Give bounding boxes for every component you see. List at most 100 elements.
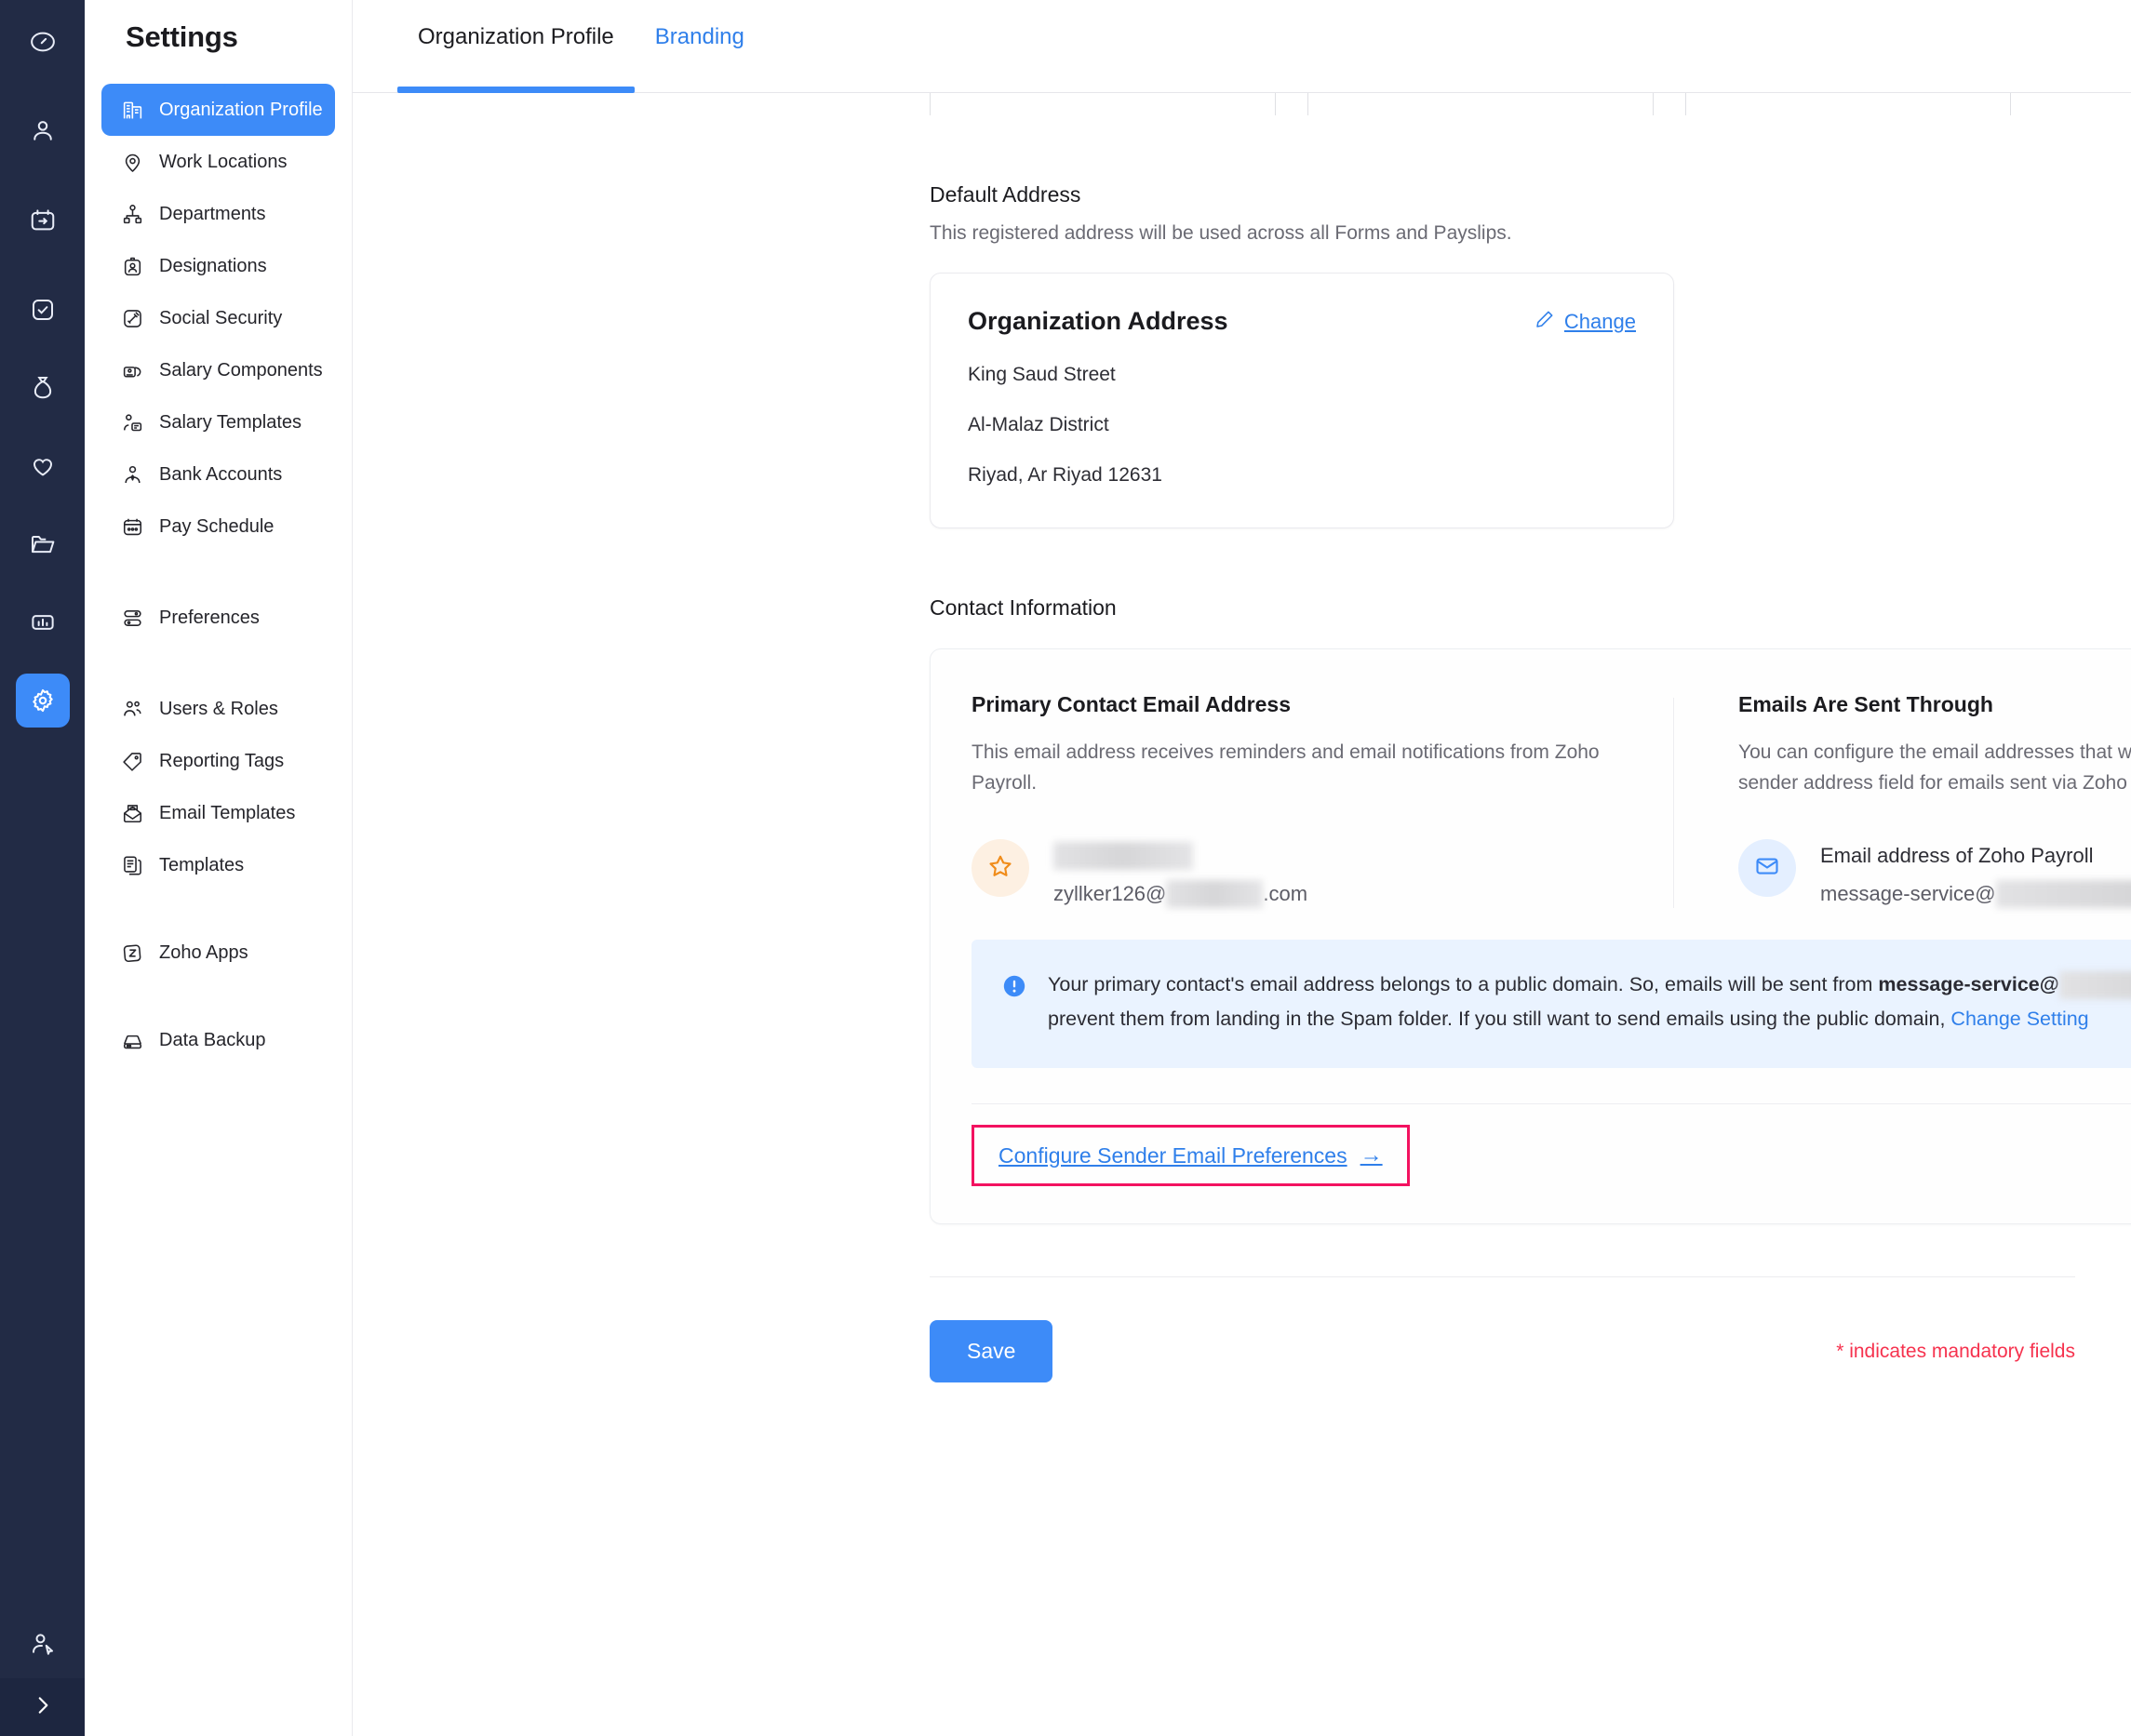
sidebar-item-label: Work Locations — [159, 151, 288, 172]
notice-part-1: Your primary contact's email address bel… — [1048, 973, 1879, 996]
change-address-link[interactable]: Change — [1535, 309, 1636, 335]
gavel-icon — [120, 306, 144, 330]
documents-icon — [120, 853, 144, 877]
change-setting-link[interactable]: Change Setting — [1950, 1008, 2088, 1030]
sender-email-value: message-service@ — [1820, 880, 2131, 909]
sidebar-item-departments[interactable]: Departments — [101, 188, 335, 240]
sender-email-title: Emails Are Sent Through — [1738, 692, 1993, 716]
sender-email-row: Email address of Zoho Payroll message-se… — [1738, 839, 2131, 909]
column-divider — [1673, 698, 1674, 909]
sidebar-item-label: Salary Components — [159, 359, 323, 381]
public-domain-notice: Your primary contact's email address bel… — [972, 940, 2131, 1069]
sidebar-item-reporting-tags[interactable]: Reporting Tags — [101, 735, 335, 787]
rail-item-leave[interactable] — [16, 194, 70, 247]
sender-email-avatar — [1738, 839, 1796, 898]
person-card-icon — [120, 410, 144, 434]
primary-contact-name-redacted — [1053, 841, 1307, 871]
sidebar-divider-4 — [85, 979, 352, 1014]
sidebar-item-templates[interactable]: Templates — [101, 839, 335, 891]
primary-contact-column: Primary Contact Email Address This email… — [972, 692, 1673, 909]
sender-email-text: Email address of Zoho Payroll message-se… — [1820, 839, 2131, 909]
primary-contact-email-row: zyllker126@ .com — [972, 839, 1617, 909]
sidebar-item-label: Templates — [159, 854, 245, 875]
rail-item-reports[interactable] — [16, 595, 70, 649]
hard-drive-icon — [120, 1028, 144, 1052]
rail-item-benefits[interactable] — [16, 439, 70, 493]
star-icon — [986, 852, 1014, 885]
rail-item-payroll[interactable] — [16, 361, 70, 415]
primary-contact-avatar — [972, 839, 1029, 898]
sidebar-item-preferences[interactable]: Preferences — [101, 592, 335, 644]
rail-item-approvals[interactable] — [16, 283, 70, 337]
settings-sidebar: Settings Organization Profile Work Locat… — [85, 0, 353, 1736]
default-address-heading: Default Address — [930, 182, 1081, 207]
gear-icon — [29, 687, 57, 714]
org-chart-icon — [120, 202, 144, 226]
app-root: Settings Organization Profile Work Locat… — [0, 0, 2131, 1736]
primary-contact-email: zyllker126@ .com — [1053, 880, 1308, 909]
sidebar-item-label: Users & Roles — [159, 698, 278, 719]
page-title: Settings — [126, 20, 238, 53]
folder-icon — [29, 530, 57, 558]
sidebar-item-data-backup[interactable]: Data Backup — [101, 1014, 335, 1066]
footer-bar: Save * indicates mandatory fields — [353, 1277, 2131, 1383]
sidebar-item-email-templates[interactable]: Email Templates — [101, 787, 335, 839]
sidebar-item-organization-profile[interactable]: Organization Profile — [101, 84, 335, 136]
rail-item-account[interactable] — [16, 1617, 70, 1671]
sidebar-item-label: Preferences — [159, 607, 260, 628]
sidebar-item-label: Email Templates — [159, 802, 296, 823]
user-icon — [29, 117, 57, 145]
sidebar-item-label: Reporting Tags — [159, 750, 285, 771]
sidebar-item-label: Designations — [159, 255, 267, 276]
sliders-icon — [120, 606, 144, 630]
heart-icon — [29, 452, 57, 480]
sidebar-item-social-security[interactable]: Social Security — [101, 292, 335, 344]
save-button[interactable]: Save — [930, 1320, 1053, 1383]
speedometer-icon — [29, 28, 57, 56]
sidebar-item-salary-templates[interactable]: Salary Templates — [101, 396, 335, 448]
sidebar-item-label: Pay Schedule — [159, 515, 275, 537]
info-icon — [1001, 968, 1027, 1036]
public-domain-notice-text: Your primary contact's email address bel… — [1048, 968, 2131, 1036]
person-tie-icon — [120, 462, 144, 487]
configure-sender-email-preferences-link[interactable]: Configure Sender Email Preferences → — [972, 1125, 1410, 1187]
contact-information-heading: Contact Information — [930, 595, 1117, 620]
redaction-block — [1995, 880, 2131, 909]
sidebar-divider-1 — [85, 553, 352, 592]
primary-contact-email-text: zyllker126@ .com — [1053, 839, 1308, 909]
map-pin-icon — [120, 150, 144, 174]
open-envelope-icon — [120, 801, 144, 825]
sidebar-item-work-locations[interactable]: Work Locations — [101, 136, 335, 188]
sidebar-item-salary-components[interactable]: Salary Components — [101, 344, 335, 396]
expand-sidebar-button[interactable] — [0, 1678, 85, 1736]
change-address-label: Change — [1563, 309, 1636, 333]
pencil-icon — [1535, 309, 1555, 335]
tag-icon — [120, 749, 144, 773]
organization-address-header: Organization Address Change — [968, 307, 1636, 336]
notice-bold-email: message-service@ — [1878, 973, 2059, 996]
contact-columns: Primary Contact Email Address This email… — [931, 649, 2131, 909]
chevron-right-icon — [31, 1693, 55, 1722]
email-prefix: zyllker126@ — [1053, 882, 1167, 906]
envelope-icon — [1753, 852, 1781, 885]
sidebar-item-bank-accounts[interactable]: Bank Accounts — [101, 448, 335, 501]
rail-item-employees[interactable] — [16, 104, 70, 158]
sidebar-item-users-roles[interactable]: Users & Roles — [101, 683, 335, 735]
email-suffix: .com — [1263, 882, 1308, 906]
tab-organization-profile[interactable]: Organization Profile — [397, 0, 635, 93]
main-content: Organization Profile Branding Default Ad… — [353, 0, 2131, 1736]
default-address-section: Default Address This registered address … — [353, 182, 2131, 528]
sidebar-item-zoho-apps[interactable]: Zoho Apps — [101, 927, 335, 979]
calendar-dots-icon — [120, 514, 144, 539]
rail-item-documents[interactable] — [16, 517, 70, 571]
sidebar-divider-3 — [85, 891, 352, 927]
tab-branding[interactable]: Branding — [635, 0, 765, 93]
sidebar-item-pay-schedule[interactable]: Pay Schedule — [101, 501, 335, 553]
bar-chart-icon — [29, 608, 57, 636]
sidebar-item-designations[interactable]: Designations — [101, 240, 335, 292]
rail-item-dashboard[interactable] — [16, 15, 70, 69]
address-line: Al-Malaz District — [968, 414, 1109, 435]
rail-item-settings[interactable] — [15, 674, 70, 728]
money-bag-icon — [29, 374, 57, 402]
address-line: King Saud Street — [968, 364, 1116, 385]
